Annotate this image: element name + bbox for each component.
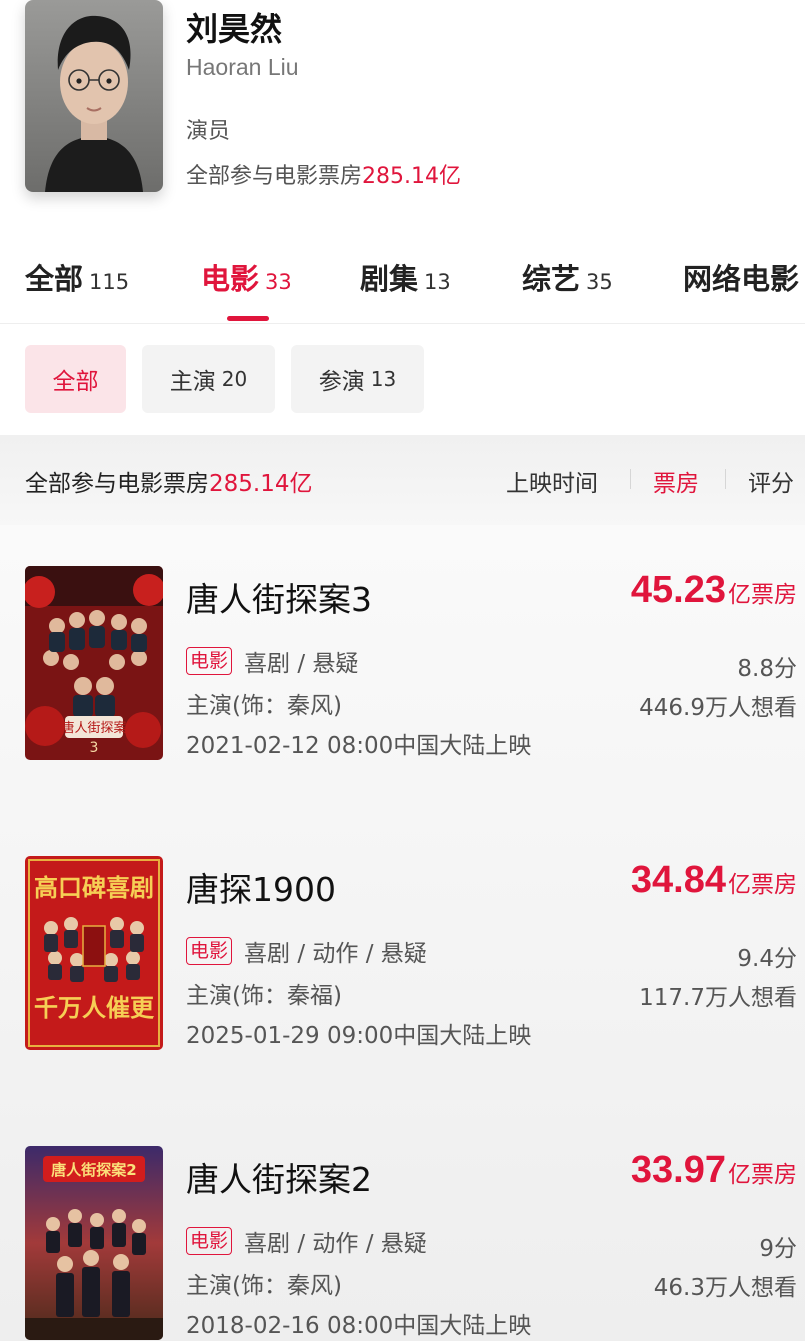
sort-divider bbox=[725, 469, 726, 489]
poster-text-top: 高口碑喜剧 bbox=[34, 873, 154, 902]
movie-list-item[interactable]: 高口碑喜剧 千万人催更 唐探1900 34.84亿票房 电影 喜剧 / 动作 /… bbox=[0, 815, 805, 1105]
poster-text-bottom: 千万人催更 bbox=[34, 993, 155, 1022]
tab-movies[interactable]: 电影 33 bbox=[201, 256, 292, 298]
movie-want-count: 446.9万人想看 bbox=[639, 695, 797, 721]
tab-label: 网络电影 bbox=[683, 262, 800, 296]
tab-count: 13 bbox=[424, 270, 451, 294]
total-box-office-label: 全部参与电影票房 bbox=[186, 164, 363, 189]
movie-genre-row: 电影 喜剧 / 悬疑 bbox=[186, 644, 358, 678]
tab-label: 全部 bbox=[25, 262, 84, 296]
tab-count: 33 bbox=[265, 270, 292, 294]
sort-bar-total-amount: 285.14亿 bbox=[209, 471, 313, 497]
movie-role: 主演(饰：秦福) bbox=[186, 983, 342, 1009]
movie-box-office: 45.23亿票房 bbox=[631, 569, 797, 612]
tab-series[interactable]: 剧集 13 bbox=[360, 256, 451, 298]
box-office-unit: 亿票房 bbox=[728, 582, 797, 608]
movie-type-badge: 电影 bbox=[186, 1227, 233, 1255]
chip-count: 20 bbox=[221, 367, 248, 391]
sort-by-rating[interactable]: 评分 bbox=[748, 464, 794, 498]
category-tabs: 全部 115 电影 33 剧集 13 综艺 35 网络电影 bbox=[0, 250, 805, 324]
movie-release-date: 2018-02-16 08:00中国大陆上映 bbox=[186, 1313, 532, 1339]
movie-poster[interactable]: 唐人街探案 3 bbox=[25, 566, 163, 760]
svg-text:3: 3 bbox=[90, 740, 99, 756]
movie-genres: 喜剧 / 动作 / 悬疑 bbox=[244, 1231, 427, 1257]
total-box-office-amount: 285.14亿 bbox=[362, 164, 461, 189]
sort-divider bbox=[630, 469, 631, 489]
movie-genre-row: 电影 喜剧 / 动作 / 悬疑 bbox=[186, 934, 427, 968]
filter-chip-supporting[interactable]: 参演 13 bbox=[291, 345, 424, 413]
tab-label: 电影 bbox=[201, 262, 260, 296]
movie-genres: 喜剧 / 动作 / 悬疑 bbox=[244, 941, 427, 967]
actor-total-box-office: 全部参与电影票房285.14亿 bbox=[186, 158, 461, 190]
tab-all[interactable]: 全部 115 bbox=[25, 256, 129, 298]
movie-title[interactable]: 唐人街探案3 bbox=[186, 573, 372, 621]
sort-bar-total-label: 全部参与电影票房 bbox=[25, 471, 209, 497]
box-office-value: 45.23 bbox=[630, 569, 726, 611]
sort-bar-total: 全部参与电影票房285.14亿 bbox=[25, 464, 312, 498]
actor-name-cn: 刘昊然 bbox=[186, 10, 283, 48]
svg-text:唐人街探案: 唐人街探案 bbox=[61, 720, 126, 736]
chip-label: 参演 bbox=[318, 369, 365, 395]
tab-web-movies[interactable]: 网络电影 bbox=[683, 256, 799, 298]
movie-release-date: 2021-02-12 08:00中国大陆上映 bbox=[186, 733, 532, 759]
box-office-value: 34.84 bbox=[630, 859, 726, 901]
actor-avatar[interactable] bbox=[25, 0, 163, 192]
sort-by-box-office[interactable]: 票房 bbox=[653, 464, 699, 498]
movie-title[interactable]: 唐探1900 bbox=[186, 863, 336, 911]
movie-poster-icon: 唐人街探案 3 bbox=[25, 566, 163, 760]
movie-want-count: 46.3万人想看 bbox=[653, 1275, 797, 1301]
movie-genres: 喜剧 / 悬疑 bbox=[244, 651, 359, 677]
sort-by-release-date[interactable]: 上映时间 bbox=[506, 464, 598, 498]
tab-count: 35 bbox=[586, 270, 613, 294]
movie-poster[interactable]: 唐人街探案2 bbox=[25, 1146, 163, 1340]
chip-label: 全部 bbox=[52, 369, 99, 395]
movie-list: 唐人街探案 3 唐人街探案3 45.23亿票房 电影 喜剧 / 悬疑 主演(饰：… bbox=[0, 525, 805, 1341]
box-office-value: 33.97 bbox=[630, 1149, 726, 1191]
avatar-portrait-icon bbox=[25, 0, 163, 192]
tab-label: 剧集 bbox=[360, 262, 419, 296]
tab-variety[interactable]: 综艺 35 bbox=[522, 256, 613, 298]
svg-text:唐人街探案2: 唐人街探案2 bbox=[51, 1161, 136, 1179]
movie-list-item[interactable]: 唐人街探案2 唐人街探案2 33.97亿票房 电影 喜剧 / 动作 / 悬疑 主… bbox=[0, 1105, 805, 1341]
movie-list-item[interactable]: 唐人街探案 3 唐人街探案3 45.23亿票房 电影 喜剧 / 悬疑 主演(饰：… bbox=[0, 525, 805, 815]
movie-role: 主演(饰：秦风) bbox=[186, 1273, 342, 1299]
movie-type-badge: 电影 bbox=[186, 937, 233, 965]
tab-label: 综艺 bbox=[522, 262, 581, 296]
profile-header-panel: 刘昊然 Haoran Liu 演员 全部参与电影票房285.14亿 全部 115 … bbox=[0, 0, 805, 435]
tab-count: 115 bbox=[89, 270, 130, 294]
movie-release-date: 2025-01-29 09:00中国大陆上映 bbox=[186, 1023, 532, 1049]
filter-chip-all[interactable]: 全部 bbox=[25, 345, 126, 413]
movie-score: 8.8分 bbox=[737, 656, 797, 682]
movie-box-office: 34.84亿票房 bbox=[631, 859, 797, 902]
movie-poster-icon: 高口碑喜剧 千万人催更 bbox=[25, 856, 163, 1050]
movie-type-badge: 电影 bbox=[186, 647, 233, 675]
active-tab-indicator bbox=[227, 316, 269, 321]
chip-count: 13 bbox=[370, 367, 397, 391]
sort-bar: 全部参与电影票房285.14亿 上映时间 票房 评分 bbox=[0, 435, 805, 525]
movie-poster[interactable]: 高口碑喜剧 千万人催更 bbox=[25, 856, 163, 1050]
chip-label: 主演 bbox=[169, 369, 216, 395]
actor-name-en: Haoran Liu bbox=[186, 54, 299, 80]
movie-genre-row: 电影 喜剧 / 动作 / 悬疑 bbox=[186, 1224, 427, 1258]
movie-title[interactable]: 唐人街探案2 bbox=[186, 1153, 372, 1201]
movie-score: 9分 bbox=[759, 1236, 797, 1262]
box-office-unit: 亿票房 bbox=[728, 872, 797, 898]
filter-chip-lead[interactable]: 主演 20 bbox=[142, 345, 275, 413]
actor-role: 演员 bbox=[186, 119, 231, 144]
movie-score: 9.4分 bbox=[737, 946, 797, 972]
movie-want-count: 117.7万人想看 bbox=[639, 985, 797, 1011]
movie-role: 主演(饰：秦风) bbox=[186, 693, 342, 719]
movie-poster-icon: 唐人街探案2 bbox=[25, 1146, 163, 1340]
box-office-unit: 亿票房 bbox=[728, 1162, 797, 1188]
movie-box-office: 33.97亿票房 bbox=[631, 1149, 797, 1192]
